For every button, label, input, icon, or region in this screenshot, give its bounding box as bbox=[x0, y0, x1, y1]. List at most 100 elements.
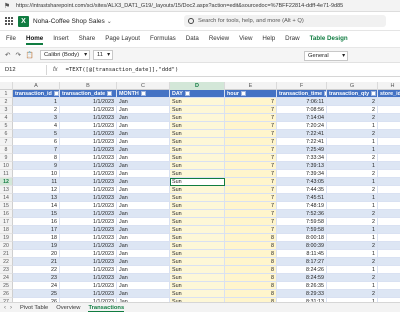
filter-dropdown-icon[interactable] bbox=[107, 91, 113, 97]
table-cell[interactable]: 8 bbox=[225, 258, 277, 266]
table-cell[interactable]: Sun bbox=[170, 154, 225, 162]
row-number[interactable]: 15 bbox=[0, 202, 13, 210]
table-cell[interactable]: 22 bbox=[13, 266, 60, 274]
table-cell[interactable]: 7 bbox=[225, 106, 277, 114]
table-cell[interactable]: 1/1/2023 bbox=[60, 122, 117, 130]
table-cell[interactable]: 7 bbox=[225, 138, 277, 146]
table-cell[interactable]: 2 bbox=[327, 170, 378, 178]
table-cell[interactable]: 7:25:49 bbox=[277, 146, 327, 154]
table-cell[interactable]: 7 bbox=[225, 226, 277, 234]
column-title[interactable]: transaction_time bbox=[277, 90, 327, 98]
table-cell[interactable]: 7:59:58 bbox=[277, 218, 327, 226]
table-cell[interactable]: 1 bbox=[327, 178, 378, 186]
table-cell[interactable]: 8:11:45 bbox=[277, 250, 327, 258]
table-cell[interactable]: 16 bbox=[13, 218, 60, 226]
name-box[interactable]: D12 bbox=[3, 65, 47, 75]
table-cell[interactable]: 1/1/2023 bbox=[60, 210, 117, 218]
row-number[interactable]: 16 bbox=[0, 210, 13, 218]
table-cell[interactable]: 1/1/2023 bbox=[60, 202, 117, 210]
sheet-tab-overview[interactable]: Overview bbox=[56, 305, 80, 311]
row-number[interactable]: 17 bbox=[0, 218, 13, 226]
table-cell[interactable]: 2 bbox=[327, 258, 378, 266]
table-cell[interactable]: 13 bbox=[13, 194, 60, 202]
table-cell[interactable]: Jan bbox=[117, 242, 170, 250]
row-number[interactable]: 23 bbox=[0, 266, 13, 274]
table-cell[interactable]: 5 bbox=[378, 250, 400, 258]
table-cell[interactable]: 1/1/2023 bbox=[60, 242, 117, 250]
table-cell[interactable]: 1/1/2023 bbox=[60, 154, 117, 162]
table-cell[interactable]: Jan bbox=[117, 202, 170, 210]
row-number[interactable]: 7 bbox=[0, 138, 13, 146]
table-cell[interactable]: 8:24:59 bbox=[277, 274, 327, 282]
table-cell[interactable]: 7:33:34 bbox=[277, 154, 327, 162]
table-cell[interactable]: 1/1/2023 bbox=[60, 226, 117, 234]
table-cell[interactable]: 1/1/2023 bbox=[60, 170, 117, 178]
table-cell[interactable]: 7 bbox=[225, 130, 277, 138]
table-cell[interactable]: 7 bbox=[225, 154, 277, 162]
table-cell[interactable]: 1/1/2023 bbox=[60, 282, 117, 290]
clipboard-icon[interactable]: 📋 bbox=[26, 51, 34, 59]
table-cell[interactable]: 5 bbox=[378, 202, 400, 210]
column-title[interactable]: store_id bbox=[378, 90, 400, 98]
column-title[interactable]: MONTH bbox=[117, 90, 170, 98]
table-cell[interactable]: 5 bbox=[378, 242, 400, 250]
table-cell[interactable]: Jan bbox=[117, 186, 170, 194]
table-cell[interactable]: 5 bbox=[378, 290, 400, 298]
table-cell[interactable]: 5 bbox=[378, 194, 400, 202]
table-cell[interactable]: 2 bbox=[327, 130, 378, 138]
table-cell[interactable]: 8:24:26 bbox=[277, 266, 327, 274]
filter-dropdown-icon[interactable] bbox=[371, 91, 377, 97]
number-format-dropdown[interactable]: General ▾ bbox=[304, 51, 348, 61]
row-number[interactable]: 18 bbox=[0, 226, 13, 234]
sheet-tab-transactions[interactable]: Transactions bbox=[88, 305, 124, 312]
table-cell[interactable]: 5 bbox=[378, 146, 400, 154]
table-cell[interactable]: Jan bbox=[117, 170, 170, 178]
search-input[interactable]: Search for tools, help, and more (Alt + … bbox=[184, 15, 386, 27]
tab-data[interactable]: Data bbox=[186, 35, 199, 42]
table-cell[interactable]: Jan bbox=[117, 282, 170, 290]
table-cell[interactable]: 1/1/2023 bbox=[60, 106, 117, 114]
table-cell[interactable]: Jan bbox=[117, 114, 170, 122]
table-cell[interactable]: 5 bbox=[378, 162, 400, 170]
table-cell[interactable]: 8:26:35 bbox=[277, 282, 327, 290]
tab-home[interactable]: Home bbox=[25, 35, 44, 45]
table-cell[interactable]: 7:08:56 bbox=[277, 106, 327, 114]
table-cell[interactable]: 8 bbox=[225, 266, 277, 274]
table-cell[interactable]: 7 bbox=[225, 146, 277, 154]
table-cell[interactable]: Sun bbox=[170, 194, 225, 202]
table-cell[interactable]: 7:48:19 bbox=[277, 202, 327, 210]
table-cell[interactable]: 7:43:05 bbox=[277, 178, 327, 186]
row-number[interactable]: 2 bbox=[0, 98, 13, 106]
table-cell[interactable]: 12 bbox=[13, 186, 60, 194]
redo-icon[interactable]: ↷ bbox=[15, 51, 20, 59]
column-header-c[interactable]: C bbox=[117, 82, 170, 90]
column-header-h[interactable]: H bbox=[378, 82, 400, 90]
table-cell[interactable]: Jan bbox=[117, 146, 170, 154]
table-cell[interactable]: Sun bbox=[170, 210, 225, 218]
table-cell[interactable]: Sun bbox=[170, 234, 225, 242]
spreadsheet-grid[interactable]: ABCDEFGH 1 transaction_id transaction_date… bbox=[0, 82, 400, 302]
table-cell[interactable]: 7 bbox=[13, 146, 60, 154]
table-cell[interactable]: 7 bbox=[225, 210, 277, 218]
row-number[interactable]: 21 bbox=[0, 250, 13, 258]
table-cell[interactable]: 2 bbox=[327, 290, 378, 298]
table-cell[interactable]: 5 bbox=[378, 130, 400, 138]
table-cell[interactable]: 1/1/2023 bbox=[60, 138, 117, 146]
table-cell[interactable]: 1/1/2023 bbox=[60, 130, 117, 138]
table-cell[interactable]: 1 bbox=[327, 226, 378, 234]
table-cell[interactable]: Sun bbox=[170, 122, 225, 130]
table-cell[interactable]: 5 bbox=[378, 106, 400, 114]
table-cell[interactable]: 7 bbox=[225, 170, 277, 178]
table-cell[interactable]: 7:22:41 bbox=[277, 130, 327, 138]
table-cell[interactable]: 2 bbox=[327, 154, 378, 162]
table-cell[interactable]: 7 bbox=[225, 218, 277, 226]
table-cell[interactable]: 1 bbox=[327, 122, 378, 130]
table-cell[interactable]: 8 bbox=[225, 242, 277, 250]
table-cell[interactable]: 8:00:39 bbox=[277, 242, 327, 250]
font-name-dropdown[interactable]: Calibri (Body) ▾ bbox=[40, 50, 90, 60]
table-cell[interactable]: 1 bbox=[327, 146, 378, 154]
table-cell[interactable]: Jan bbox=[117, 130, 170, 138]
table-cell[interactable]: 2 bbox=[327, 106, 378, 114]
table-cell[interactable]: 7 bbox=[225, 162, 277, 170]
table-cell[interactable]: 1/1/2023 bbox=[60, 258, 117, 266]
